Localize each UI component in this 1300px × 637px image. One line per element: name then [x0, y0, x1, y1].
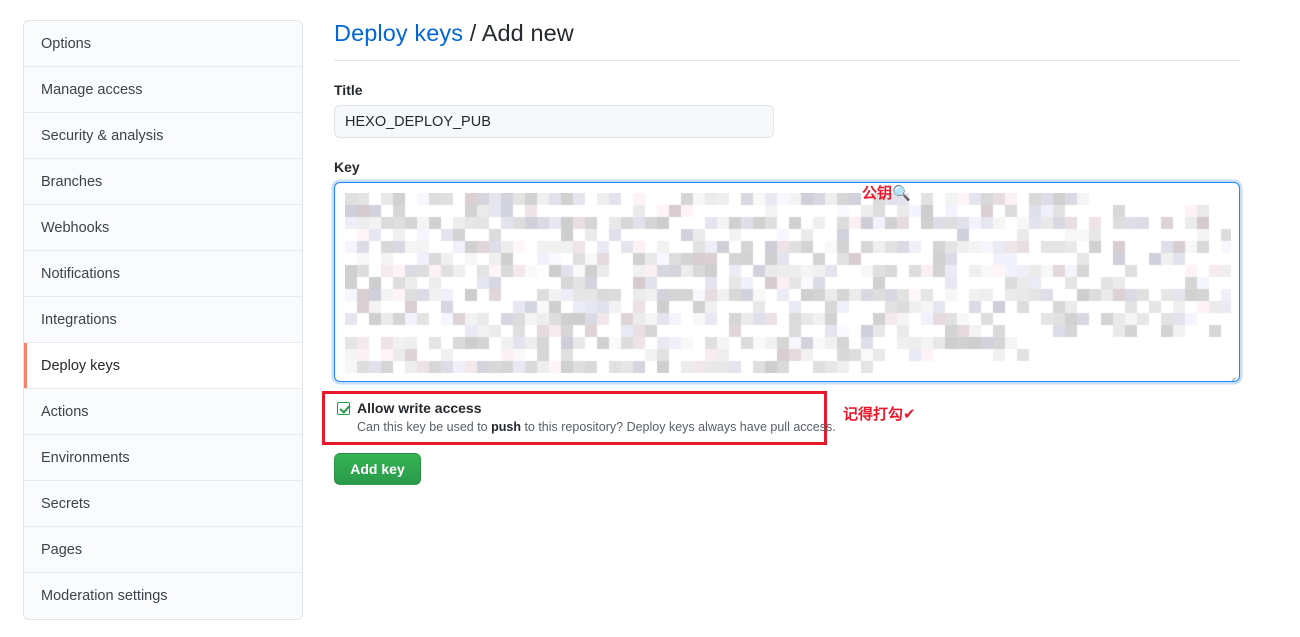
sidebar-item-label: Environments [41, 450, 130, 466]
add-key-button[interactable]: Add key [334, 453, 421, 485]
key-label: Key [334, 159, 360, 175]
magnifier-icon: 🔍 [892, 184, 911, 202]
allow-write-access-help: Can this key be used to push to this rep… [357, 420, 836, 434]
sidebar-item-label: Notifications [41, 266, 120, 282]
allow-write-access-label[interactable]: Allow write access [357, 400, 482, 416]
allow-write-access-checkbox[interactable] [337, 401, 350, 415]
annotation-remember-tick-text: 记得打勾 [843, 405, 904, 423]
sidebar-item-label: Security & analysis [41, 128, 164, 144]
sidebar-item-manage-access[interactable]: Manage access [24, 67, 302, 113]
sidebar-item-moderation-settings[interactable]: Moderation settings [24, 573, 302, 619]
sidebar-item-label: Options [41, 36, 91, 52]
check-mark-icon: ✔ [903, 405, 916, 423]
sidebar-item-notifications[interactable]: Notifications [24, 251, 302, 297]
sidebar-item-environments[interactable]: Environments [24, 435, 302, 481]
sidebar-item-integrations[interactable]: Integrations [24, 297, 302, 343]
redacted-key-mosaic [345, 193, 1231, 373]
help-text-push: push [491, 420, 521, 434]
breadcrumb-deploy-keys-link[interactable]: Deploy keys [334, 20, 463, 46]
redacted-key-content [345, 193, 1231, 373]
help-text-before: Can this key be used to [357, 420, 492, 434]
sidebar-item-label: Deploy keys [41, 358, 120, 374]
main-content: Deploy keys / Add new Title Key [334, 20, 1244, 382]
annotation-remember-tick: 记得打勾✔ [843, 407, 916, 422]
sidebar-item-label: Pages [41, 542, 83, 558]
sidebar-item-actions[interactable]: Actions [24, 389, 302, 435]
sidebar-item-label: Integrations [41, 312, 117, 328]
key-textarea[interactable] [334, 182, 1240, 382]
title-input[interactable] [334, 105, 774, 138]
sidebar-item-label: Secrets [41, 496, 91, 512]
help-text-after: to this repository? Deploy keys always h… [520, 420, 836, 434]
breadcrumb-separator: / [463, 20, 482, 46]
sidebar-item-secrets[interactable]: Secrets [24, 481, 302, 527]
annotation-public-key-text: 公钥 [862, 184, 893, 202]
allow-write-access-highlight: Allow write access Can this key be used … [322, 391, 836, 445]
breadcrumb-current: Add new [481, 20, 574, 46]
sidebar-item-label: Moderation settings [41, 588, 168, 604]
sidebar-item-webhooks[interactable]: Webhooks [24, 205, 302, 251]
sidebar-item-options[interactable]: Options [24, 21, 302, 67]
allow-write-access-row: Allow write access [337, 400, 816, 416]
sidebar-item-label: Actions [41, 404, 89, 420]
textarea-resize-handle[interactable] [1224, 366, 1237, 381]
sidebar-item-deploy-keys[interactable]: Deploy keys [24, 343, 302, 389]
sidebar-item-label: Webhooks [41, 220, 110, 236]
page-title: Deploy keys / Add new [334, 20, 1240, 61]
annotation-public-key: 公钥🔍 [862, 186, 911, 201]
allow-write-access-group: Allow write access Can this key be used … [337, 400, 836, 434]
sidebar-item-label: Manage access [41, 82, 143, 98]
sidebar-item-security-and-analysis[interactable]: Security & analysis [24, 113, 302, 159]
title-label: Title [334, 82, 363, 98]
sidebar-item-pages[interactable]: Pages [24, 527, 302, 573]
sidebar-item-label: Branches [41, 174, 103, 190]
settings-sidebar: Options Manage access Security & analysis B… [23, 20, 303, 620]
sidebar-item-branches[interactable]: Branches [24, 159, 302, 205]
